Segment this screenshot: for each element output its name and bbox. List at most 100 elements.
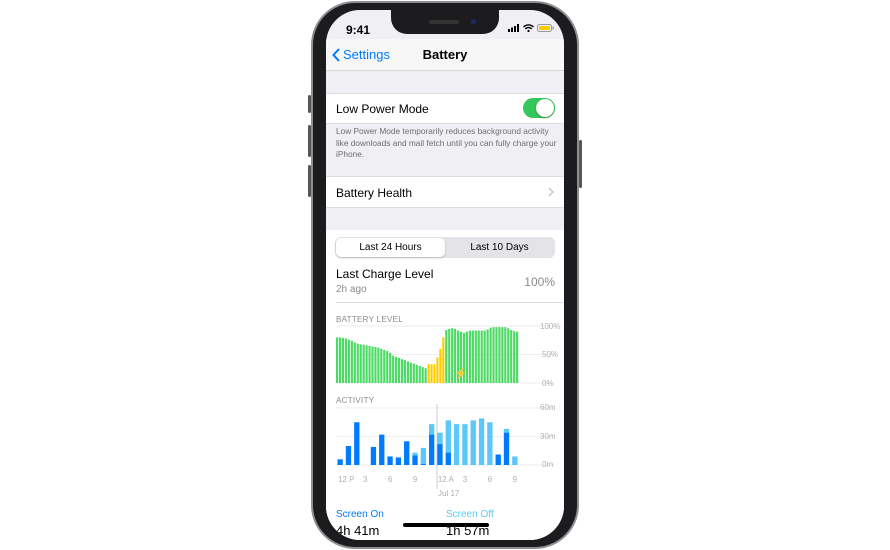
battery-bar [427, 364, 430, 383]
battery-bar [439, 348, 442, 383]
activity-tick-0m: 0m [542, 460, 554, 469]
activity-x-label: 12 A [437, 475, 454, 484]
chevron-right-icon [548, 187, 554, 197]
screen-off-bar [487, 422, 493, 465]
battery-bar [344, 338, 348, 383]
activity-date-label: Jul 17 [438, 489, 460, 498]
battery-bar [504, 327, 507, 383]
battery-bar [365, 345, 368, 383]
battery-bar [336, 337, 339, 383]
battery-bar [495, 327, 498, 383]
side-button [579, 140, 582, 188]
battery-bar [468, 330, 471, 383]
battery-icon [537, 24, 554, 32]
battery-bar [362, 344, 365, 383]
screen-off-label: Screen Off [446, 509, 494, 520]
battery-tick-0: 0% [542, 379, 554, 388]
screen-on-bar [395, 457, 402, 465]
battery-bar [483, 330, 486, 383]
screen-off-bar [445, 420, 451, 453]
battery-bar [445, 329, 448, 383]
battery-bar [338, 337, 342, 383]
low-power-mode-row: Low Power Mode [326, 93, 564, 124]
low-power-mode-footer: Low Power Mode temporarily reduces backg… [336, 126, 557, 159]
battery-bar [430, 364, 433, 383]
battery-bar [415, 364, 418, 383]
home-indicator[interactable] [403, 523, 489, 527]
screen-on-bar [345, 446, 352, 465]
time-range-segmented-control: Last 24 Hours Last 10 Days [335, 237, 555, 258]
screen-on-bar [429, 434, 435, 465]
screen-off-bar [453, 424, 460, 465]
low-power-mode-label: Low Power Mode [336, 102, 429, 116]
screen-off-bar [412, 452, 418, 456]
battery-health-row[interactable]: Battery Health [326, 176, 564, 208]
screen-on-bar [445, 452, 451, 465]
battery-bar [400, 359, 404, 383]
battery-health-label: Battery Health [336, 186, 413, 200]
screen-on-bar [379, 434, 385, 465]
battery-bar [436, 357, 439, 383]
signal-icon [508, 24, 519, 32]
battery-bar [486, 329, 489, 383]
activity-x-label: 9 [412, 475, 418, 484]
battery-bar [489, 327, 492, 383]
screen-off-bar [478, 418, 485, 465]
battery-bar [516, 331, 519, 383]
battery-bar [507, 328, 510, 383]
activity-x-label: 9 [512, 475, 518, 484]
navigation-bar: Settings Battery [326, 39, 564, 71]
battery-bar [353, 342, 356, 383]
battery-bar [477, 330, 480, 383]
battery-bar [397, 357, 401, 383]
screen-on-bar [404, 441, 410, 465]
battery-bar [409, 362, 412, 383]
battery-bar [386, 351, 389, 383]
battery-bar [418, 365, 421, 383]
activity-chart [336, 404, 554, 489]
wifi-icon [523, 24, 534, 32]
battery-bar [395, 356, 398, 383]
battery-bar [501, 327, 504, 383]
screen-on-value: 4h 41m [336, 523, 380, 538]
usage-panel: Last 24 Hours Last 10 Days Last Charge L… [326, 230, 564, 540]
battery-bar [350, 340, 353, 383]
screen-off-bar [503, 428, 510, 433]
battery-tick-100: 100% [540, 322, 561, 331]
last-charge-time: 2h ago [336, 284, 367, 295]
segment-last-10-days[interactable]: Last 10 Days [445, 238, 554, 257]
screen: Settings Battery 9:41 Low Power Mode Low… [326, 10, 564, 540]
battery-bar [448, 328, 451, 383]
battery-bar [498, 327, 501, 383]
battery-bar [421, 367, 424, 383]
battery-bar [406, 361, 409, 383]
activity-x-label: 12 P [338, 475, 355, 484]
battery-bar [492, 327, 495, 383]
battery-bar [510, 329, 513, 383]
volume-up-button [308, 125, 311, 157]
activity-tick-60m: 60m [540, 403, 556, 412]
segment-last-24-hours[interactable]: Last 24 Hours [336, 238, 445, 257]
screen-on-bar [412, 455, 418, 465]
battery-bar [471, 330, 474, 383]
battery-bar [392, 355, 395, 383]
screen-off-bar [462, 424, 468, 465]
last-charge-level-label: Last Charge Level [336, 267, 434, 281]
battery-bar [433, 364, 436, 383]
battery-bar [368, 345, 371, 383]
volume-down-button [308, 165, 311, 197]
battery-bar [341, 337, 345, 383]
screen-on-bar [337, 459, 343, 465]
battery-bar [412, 363, 415, 383]
page-title: Battery [422, 47, 468, 62]
battery-bar [347, 339, 350, 383]
screen-off-bar [420, 447, 426, 465]
last-charge-value: 100% [524, 275, 555, 289]
battery-bar [377, 347, 380, 383]
status-icons [508, 24, 554, 32]
screen-on-bar [420, 464, 426, 465]
battery-bar [389, 352, 392, 383]
charging-bolt-icon: ⚡ [454, 367, 468, 380]
screen-on-label: Screen On [336, 509, 384, 520]
low-power-mode-toggle[interactable] [523, 98, 555, 118]
